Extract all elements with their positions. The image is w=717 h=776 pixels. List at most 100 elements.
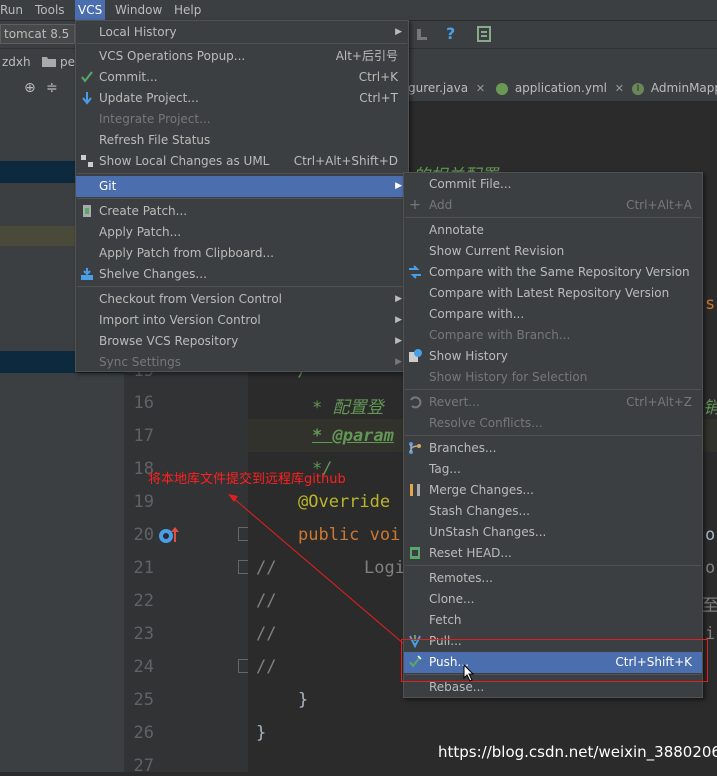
menu-item-shortcut: Ctrl+Alt+Shift+D	[293, 154, 398, 168]
watermark: https://blog.csdn.net/weixin_38802061	[438, 743, 717, 761]
menu-item-label: Revert...	[429, 395, 480, 409]
vcs-menu-item-browse-vcs-repository[interactable]: Browse VCS Repository ▶	[76, 331, 408, 352]
menu-item-shortcut: Ctrl+T	[359, 91, 398, 105]
git-menu-item-revert[interactable]: Revert... Ctrl+Alt+Z	[404, 392, 702, 413]
menu-item-label: Reset HEAD...	[429, 546, 512, 560]
submenu-arrow-icon: ▶	[395, 315, 402, 325]
menu-item-label: Add	[429, 198, 453, 212]
git-menu-item-remotes[interactable]: Remotes...	[404, 568, 702, 589]
menu-item-shortcut: Ctrl+Alt+A	[626, 198, 692, 212]
commit-icon	[80, 70, 94, 84]
menu-item-label: Annotate	[429, 223, 484, 237]
menu-item-label: Show Current Revision	[429, 244, 565, 258]
vcs-menu-item-apply-patch-from-clipboard[interactable]: Apply Patch from Clipboard...	[76, 243, 408, 264]
reset-icon	[408, 546, 422, 560]
git-submenu: Commit File... + Add Ctrl+Alt+A Annotate Show…	[403, 172, 703, 698]
menu-item-label: Stash Changes...	[429, 504, 530, 518]
submenu-arrow-icon: ▶	[395, 27, 402, 37]
vcs-menu-item-git[interactable]: Git ▶	[76, 176, 408, 197]
git-menu-item-compare-with-latest-repository-version[interactable]: Compare with Latest Repository Version	[404, 283, 702, 304]
vcs-menu-item-update-project[interactable]: Update Project... Ctrl+T	[76, 88, 408, 109]
menu-item-label: Compare with Branch...	[429, 328, 571, 342]
git-menu-item-merge-changes[interactable]: Merge Changes...	[404, 480, 702, 501]
vcs-menu-item-show-local-changes-as-uml[interactable]: Show Local Changes as UML Ctrl+Alt+Shift+…	[76, 151, 408, 172]
git-menu-item-annotate[interactable]: Annotate	[404, 220, 702, 241]
git-menu-item-compare-with-branch[interactable]: Compare with Branch...	[404, 325, 702, 346]
vcs-menu: Local History ▶ VCS Operations Popup... Alt…	[75, 20, 409, 372]
menu-item-label: UnStash Changes...	[429, 525, 547, 539]
git-menu-item-unstash-changes[interactable]: UnStash Changes...	[404, 522, 702, 543]
menu-item-label: Fetch	[429, 613, 462, 627]
menu-item-label: Compare with...	[429, 307, 525, 321]
menu-item-label: VCS Operations Popup...	[99, 49, 246, 63]
git-menu-item-fetch[interactable]: Fetch	[404, 610, 702, 631]
menu-item-label: Commit...	[99, 70, 158, 84]
vcs-menu-item-refresh-file-status[interactable]: Refresh File Status	[76, 130, 408, 151]
highlight-box	[401, 639, 708, 682]
menu-item-label: Clone...	[429, 592, 475, 606]
submenu-arrow-icon: ▶	[395, 181, 402, 191]
menu-item-label: Refresh File Status	[99, 133, 211, 147]
compare-icon	[408, 265, 422, 279]
menu-item-label: Merge Changes...	[429, 483, 534, 497]
vcs-menu-item-commit[interactable]: Commit... Ctrl+K	[76, 67, 408, 88]
git-menu-item-add[interactable]: + Add Ctrl+Alt+A	[404, 195, 702, 216]
git-menu-item-stash-changes[interactable]: Stash Changes...	[404, 501, 702, 522]
menu-item-label: Show Local Changes as UML	[99, 154, 270, 168]
vcs-menu-item-apply-patch[interactable]: Apply Patch...	[76, 222, 408, 243]
menu-separator	[77, 198, 407, 199]
menu-separator	[405, 217, 701, 218]
menu-item-shortcut: Ctrl+Alt+Z	[626, 395, 692, 409]
git-menu-item-show-history[interactable]: Show History	[404, 346, 702, 367]
menu-item-label: Apply Patch from Clipboard...	[99, 246, 274, 260]
git-menu-item-branches[interactable]: Branches...	[404, 438, 702, 459]
menu-item-shortcut: Ctrl+K	[358, 70, 398, 84]
git-menu-item-compare-with-the-same-repository-version[interactable]: Compare with the Same Repository Version	[404, 262, 702, 283]
menu-item-label: Tag...	[429, 462, 461, 476]
vcs-menu-item-shelve-changes[interactable]: Shelve Changes...	[76, 264, 408, 285]
submenu-arrow-icon: ▶	[395, 294, 402, 304]
menu-separator	[405, 435, 701, 436]
menu-item-label: Integrate Project...	[99, 112, 211, 126]
menu-item-label: Local History	[99, 25, 177, 39]
git-menu-item-show-history-for-selection[interactable]: Show History for Selection	[404, 367, 702, 388]
menu-item-label: Branches...	[429, 441, 497, 455]
menu-item-label: Update Project...	[99, 91, 199, 105]
git-menu-item-tag[interactable]: Tag...	[404, 459, 702, 480]
vcs-menu-item-integrate-project[interactable]: Integrate Project...	[76, 109, 408, 130]
menu-separator	[405, 565, 701, 566]
menu-item-label: Compare with Latest Repository Version	[429, 286, 670, 300]
vcs-menu-item-create-patch[interactable]: Create Patch...	[76, 201, 408, 222]
menu-item-label: Checkout from Version Control	[99, 292, 283, 306]
vcs-menu-item-vcs-operations-popup[interactable]: VCS Operations Popup... Alt+后引号	[76, 46, 408, 67]
git-menu-item-show-current-revision[interactable]: Show Current Revision	[404, 241, 702, 262]
merge-icon	[408, 483, 422, 497]
git-menu-item-resolve-conflicts[interactable]: Resolve Conflicts...	[404, 413, 702, 434]
vcs-menu-item-sync-settings[interactable]: Sync Settings ▶	[76, 352, 408, 373]
git-menu-item-compare-with[interactable]: Compare with...	[404, 304, 702, 325]
vcs-menu-item-checkout-from-version-control[interactable]: Checkout from Version Control ▶	[76, 289, 408, 310]
submenu-arrow-icon: ▶	[395, 357, 402, 367]
git-menu-item-reset-head[interactable]: Reset HEAD...	[404, 543, 702, 564]
menu-item-label: Compare with the Same Repository Version	[429, 265, 690, 279]
vcs-menu-item-import-into-version-control[interactable]: Import into Version Control ▶	[76, 310, 408, 331]
git-menu-item-clone[interactable]: Clone...	[404, 589, 702, 610]
menu-item-label: Remotes...	[429, 571, 493, 585]
menu-item-label: Git	[99, 179, 117, 193]
menu-separator	[77, 286, 407, 287]
menu-item-label: Show History for Selection	[429, 370, 588, 384]
patch-icon	[80, 204, 94, 218]
plus-icon: +	[409, 197, 421, 213]
git-menu-item-commit-file[interactable]: Commit File...	[404, 174, 702, 195]
menu-item-label: Commit File...	[429, 177, 512, 191]
menu-item-label: Resolve Conflicts...	[429, 416, 543, 430]
annotation-text: 将本地库文件提交到远程库github	[148, 472, 346, 487]
menu-item-label: Create Patch...	[99, 204, 188, 218]
menu-item-shortcut: Alt+后引号	[335, 49, 398, 63]
menu-item-label: Apply Patch...	[99, 225, 182, 239]
menu-item-label: Sync Settings	[99, 355, 181, 369]
history-icon	[408, 349, 422, 363]
update-icon	[80, 91, 94, 105]
menu-item-label: Show History	[429, 349, 508, 363]
vcs-menu-item-local-history[interactable]: Local History ▶	[76, 22, 408, 43]
